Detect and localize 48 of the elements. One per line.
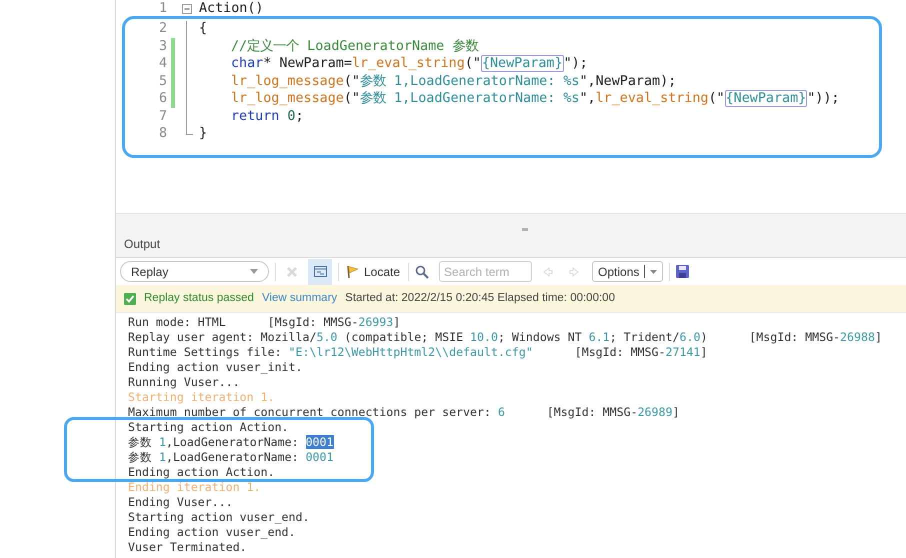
line-number: 7 xyxy=(158,108,167,126)
log-line: Ending action Action. xyxy=(128,465,275,480)
log-line: Replay user agent: Mozilla/5.0 (compatible; MSIE 10.0; Windows NT 6.1; Trident/6.0) [MsgId: MMSG-26988] xyxy=(128,330,882,345)
caret-icon xyxy=(250,269,258,274)
code-line: { xyxy=(199,20,208,38)
search-icon[interactable] xyxy=(415,264,430,278)
log-line: Ending action vuser_end. xyxy=(128,525,296,540)
panel-title: Output xyxy=(124,236,160,253)
code-line: return 0; xyxy=(231,108,304,126)
log-line: Starting action Action. xyxy=(128,420,289,435)
log-line: Vuser Terminated. xyxy=(128,540,247,555)
log-line: Starting iteration 1. xyxy=(128,390,275,405)
run-timing: Started at: 2022/2/15 0:20:45 Elapsed time: 00:00:00 xyxy=(345,290,615,306)
line-number: 8 xyxy=(158,125,167,144)
code-line: //定义一个 LoadGeneratorName 参数 xyxy=(231,38,478,56)
log-line: Ending Vuser... xyxy=(128,495,233,510)
code-line: } xyxy=(199,125,208,144)
log-line: Running Vuser... xyxy=(128,375,240,390)
flag-icon xyxy=(347,264,360,278)
view-summary-link[interactable]: View summary xyxy=(262,290,338,308)
line-number: 3 xyxy=(158,38,167,56)
log-line: 参数 1,LoadGeneratorName: 0001 xyxy=(128,435,334,450)
mode-dropdown[interactable]: Replay xyxy=(120,261,269,282)
line-number: 1 xyxy=(158,0,167,18)
log-line: 参数 1,LoadGeneratorName: 0001 xyxy=(128,450,334,465)
log-line: Maximum number of concurrent connections per server: 6 [MsgId: MMSG-26989] xyxy=(128,405,680,420)
log-line: Ending iteration 1. xyxy=(128,480,261,495)
code-line: char* NewParam=lr_eval_string("{NewParam}"); xyxy=(231,54,588,74)
log-line: Starting action vuser_end. xyxy=(128,510,310,525)
locate-button[interactable]: Locate xyxy=(345,262,402,280)
line-number: 4 xyxy=(158,55,167,74)
replay-status: Replay status passed xyxy=(144,290,254,306)
caret-icon xyxy=(650,270,658,274)
line-number: 2 xyxy=(158,20,167,38)
fold-toggle-icon[interactable] xyxy=(182,4,192,14)
log-line: Ending action vuser_init. xyxy=(128,360,303,375)
code-line: Action() xyxy=(199,0,264,18)
log-line: Run mode: HTML [MsgId: MMSG-26993] xyxy=(128,315,400,330)
options-button[interactable]: Options xyxy=(592,261,664,282)
panel-icon xyxy=(314,266,326,277)
save-icon[interactable] xyxy=(676,265,690,278)
view-toggle-button[interactable] xyxy=(308,258,332,284)
line-number: 5 xyxy=(158,72,167,91)
code-line: lr_log_message("参数 1,LoadGeneratorName: %s",NewParam); xyxy=(231,72,676,91)
code-line: lr_log_message("参数 1,LoadGeneratorName: %s",lr_eval_string("{NewParam}")); xyxy=(231,89,840,110)
search-field[interactable]: Search term xyxy=(439,261,532,282)
line-number: 6 xyxy=(158,90,167,108)
log-line: Runtime Settings file: "E:\lr12\WebHttpHtml2\\default.cfg" [MsgId: MMSG-27141] xyxy=(128,345,708,360)
